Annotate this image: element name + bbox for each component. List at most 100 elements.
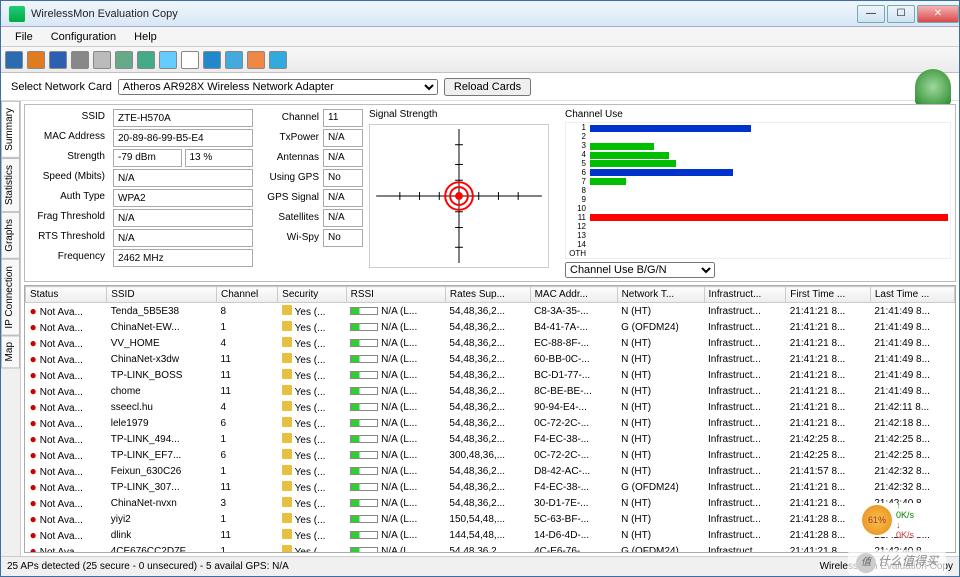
minimize-button[interactable]: — [857,5,885,23]
info-icon[interactable] [247,51,265,69]
channel-bar [590,152,669,159]
value: 2462 MHz [113,249,253,267]
rssi-bar [350,499,378,507]
table-row[interactable]: Not Ava...lele19796Yes (...N/A (L...54,4… [26,415,955,431]
table-row[interactable]: Not Ava...TP-LINK_BOSS11Yes (...N/A (L..… [26,367,955,383]
label: Auth Type [29,189,109,207]
titlebar: WirelessMon Evaluation Copy — ☐ ✕ [1,1,959,27]
col-header[interactable]: First Time ... [786,287,871,303]
watermark: 值什么值得买 [848,550,946,575]
tab-graphs[interactable]: Graphs [1,212,20,259]
table-row[interactable]: Not Ava...4CE676CC2D7F1Yes (...N/A (L...… [26,543,955,553]
rssi-bar [350,419,378,427]
rssi-bar [350,435,378,443]
value: N/A [113,209,253,227]
lock-icon [282,369,292,379]
table-row[interactable]: Not Ava...TP-LINK_307...11Yes (...N/A (L… [26,479,955,495]
label: Using GPS [259,169,319,187]
select-card-label: Select Network Card [11,81,112,93]
col-header[interactable]: Network T... [617,287,704,303]
lock-icon [282,337,292,347]
rssi-bar [350,323,378,331]
tab-ip-connection[interactable]: IP Connection [1,259,20,336]
lock-icon [282,481,292,491]
network-card-select[interactable]: Atheros AR928X Wireless Network Adapter [118,79,438,95]
maximize-button[interactable]: ☐ [887,5,915,23]
channel-bar [590,214,948,221]
col-header[interactable]: Infrastruct... [704,287,786,303]
table-row[interactable]: Not Ava...chome11Yes (...N/A (L...54,48,… [26,383,955,399]
col-header[interactable]: Status [26,287,107,303]
upload-rate: ↑ 0K/s [896,500,914,520]
table-row[interactable]: Not Ava...yiyi21Yes (...N/A (L...150,54,… [26,511,955,527]
lock-icon [282,449,292,459]
table-row[interactable]: Not Ava...dlink11Yes (...N/A (L...144,54… [26,527,955,543]
col-header[interactable]: Channel [217,287,278,303]
table-row[interactable]: Not Ava...sseecl.hu4Yes (...N/A (L...54,… [26,399,955,415]
tab-statistics[interactable]: Statistics [1,158,20,212]
throughput-gauge: 61% ↑ 0K/s ↓ 0K/s [860,503,940,537]
tab-map[interactable]: Map [1,335,20,368]
menu-configuration[interactable]: Configuration [43,29,124,45]
doc-icon[interactable] [181,51,199,69]
value: WPA2 [113,189,253,207]
signal-strength-panel: Signal Strength [369,109,559,277]
lock-icon [282,465,292,475]
lock-icon [282,529,292,539]
globe-blue-icon[interactable] [49,51,67,69]
table-row[interactable]: Not Ava...Tenda_5B5E388Yes (...N/A (L...… [26,303,955,320]
table-row[interactable]: Not Ava...ChinaNet-x3dw11Yes (...N/A (L.… [26,351,955,367]
channel-bar [590,125,751,132]
log-icon[interactable] [93,51,111,69]
menu-help[interactable]: Help [126,29,165,45]
channel-use-label: Channel Use [565,109,951,120]
table-row[interactable]: Not Ava...TP-LINK_EF7...6Yes (...N/A (L.… [26,447,955,463]
table-row[interactable]: Not Ava...TP-LINK_494...1Yes (...N/A (L.… [26,431,955,447]
reload-cards-button[interactable]: Reload Cards [444,78,531,96]
table-row[interactable]: Not Ava...ChinaNet-EW...1Yes (...N/A (L.… [26,319,955,335]
col-header[interactable]: Last Time ... [870,287,954,303]
networks-grid[interactable]: StatusSSIDChannelSecurityRSSIRates Sup..… [24,285,956,553]
globe-orange-icon[interactable] [27,51,45,69]
world-icon[interactable] [225,51,243,69]
device-icon[interactable] [71,51,89,69]
value: 20-89-86-99-B5-E4 [113,129,253,147]
export-icon[interactable] [137,51,155,69]
rssi-bar [350,467,378,475]
copy-icon[interactable] [159,51,177,69]
col-header[interactable]: Rates Sup... [445,287,530,303]
help-icon[interactable] [269,51,287,69]
grid-header[interactable]: StatusSSIDChannelSecurityRSSIRates Sup..… [26,287,955,303]
value: N/A [323,129,363,147]
rssi-bar [350,403,378,411]
col-header[interactable]: MAC Addr... [530,287,617,303]
table-row[interactable]: Not Ava...VV_HOME4Yes (...N/A (L...54,48… [26,335,955,351]
save-icon[interactable] [5,51,23,69]
rssi-bar [350,547,378,553]
radio-details: Channel11TxPowerN/AAntennasN/AUsing GPSN… [259,109,363,277]
label: RTS Threshold [29,229,109,247]
print-icon[interactable] [115,51,133,69]
beacon-icon [915,69,951,105]
lock-icon [282,417,292,427]
value: N/A [323,189,363,207]
table-row[interactable]: Not Ava...ChinaNet-nvxn3Yes (...N/A (L..… [26,495,955,511]
rssi-bar [350,387,378,395]
menu-file[interactable]: File [7,29,41,45]
label: TxPower [259,129,319,147]
label: Antennas [259,149,319,167]
menubar: File Configuration Help [1,27,959,47]
col-header[interactable]: RSSI [346,287,445,303]
refresh-icon[interactable] [203,51,221,69]
label: Speed (Mbits) [29,169,109,187]
col-header[interactable]: SSID [107,287,217,303]
col-header[interactable]: Security [278,287,346,303]
channel-bar [590,169,733,176]
close-button[interactable]: ✕ [917,5,959,23]
lock-icon [282,305,292,315]
label: Channel [259,109,319,127]
tab-summary[interactable]: Summary [1,101,20,158]
table-row[interactable]: Not Ava...Feixun_630C261Yes (...N/A (L..… [26,463,955,479]
label: Satellites [259,209,319,227]
channel-use-select[interactable]: Channel Use B/G/N [565,262,715,278]
